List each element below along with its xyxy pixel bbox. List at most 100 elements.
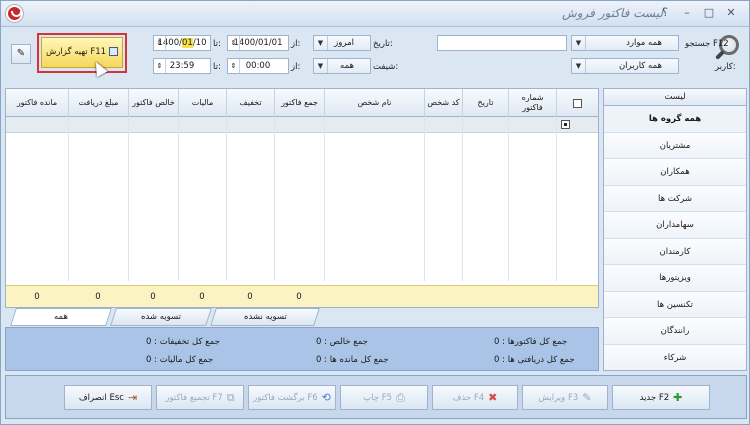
merge-icon: ⧉	[226, 391, 235, 404]
sidebar-item-all-groups[interactable]: همه گروه ها	[604, 106, 746, 133]
delete-button[interactable]: حذف F4 ✖	[432, 385, 518, 410]
list-header: لیست	[604, 89, 746, 106]
select-all-header[interactable]	[556, 89, 598, 117]
sidebar-item-employees[interactable]: کارمندان	[604, 238, 746, 265]
summary-total-remaining: جمع کل مانده ها : 0	[316, 355, 389, 365]
col-invoice-number[interactable]: شماره فاکتور	[508, 89, 556, 117]
help-button[interactable]: ؟	[657, 6, 673, 20]
summary-total-invoices: جمع کل فاکتورها : 0	[494, 337, 568, 347]
summary-total-taxes: جمع کل مالیات : 0	[146, 355, 214, 365]
summary-total-received: جمع کل دریافتی ها : 0	[494, 355, 575, 365]
grid-divider	[128, 117, 129, 281]
summary-total-net: جمع خالص : 0	[316, 337, 368, 347]
close-button[interactable]: ✕	[723, 6, 739, 20]
col-tax[interactable]: مالیات	[178, 89, 226, 117]
refresh-icon: ⟲	[321, 391, 331, 404]
person-group-list: لیست همه گروه ها مشتریان همکاران شرکت ها…	[603, 88, 747, 371]
printer-icon: ⎙	[396, 391, 405, 404]
grid-divider	[324, 117, 325, 281]
settlement-tabs: همه تسویه شده تسویه نشده	[5, 308, 599, 327]
shift-label: شیفت:	[373, 62, 399, 72]
grid-footer-totals: 0 0 0 0 0 0	[6, 285, 598, 307]
grid-divider	[508, 117, 509, 281]
col-received[interactable]: مبلغ دریافت	[68, 89, 128, 117]
summary-panel: جمع کل فاکتورها : 0 جمع خالص : 0 جمع کل …	[5, 327, 599, 371]
search-scope-select[interactable]: ▼ همه موارد	[571, 35, 679, 51]
report-icon	[109, 47, 119, 56]
paint-settings-button[interactable]: ✎	[11, 44, 31, 64]
grid-divider	[274, 117, 275, 281]
generate-report-button[interactable]: تهیه گزارش F11	[41, 37, 123, 68]
spinner-icon[interactable]: ⇕	[154, 36, 166, 50]
footer-received: 0	[95, 292, 101, 302]
date-to-field[interactable]: ⇕ 1400/01/10	[153, 35, 211, 51]
footer-remaining: 0	[34, 292, 40, 302]
sidebar-item-visitors[interactable]: ویزیتورها	[604, 265, 746, 292]
col-person-code[interactable]: کد شخص	[424, 89, 462, 117]
sidebar-item-shareholders[interactable]: سهامداران	[604, 212, 746, 239]
chevron-down-icon: ▼	[572, 36, 586, 50]
minimize-button[interactable]: –	[679, 6, 695, 20]
grid-divider	[178, 117, 179, 281]
edit-button[interactable]: ویرایش F3 ✎	[522, 385, 608, 410]
invoice-grid: شماره فاکتور تاریخ کد شخص نام شخص جمع فا…	[5, 88, 599, 308]
spinner-icon[interactable]: ⇕	[228, 59, 240, 73]
pencil-icon: ✎	[582, 391, 592, 404]
chevron-down-icon: ▼	[314, 36, 328, 50]
cancel-button[interactable]: انصراف Esc ⇥	[64, 385, 152, 410]
grid-header: شماره فاکتور تاریخ کد شخص نام شخص جمع فا…	[6, 89, 598, 117]
date-from-field[interactable]: ⇕ 1400/01/01	[227, 35, 289, 51]
sidebar-item-partners[interactable]: شرکاء	[604, 344, 746, 370]
palette-icon: ✎	[16, 48, 26, 59]
plus-icon: ✚	[673, 391, 683, 404]
sidebar-item-colleagues[interactable]: همکاران	[604, 159, 746, 186]
sidebar-item-technicians[interactable]: تکنسین ها	[604, 291, 746, 318]
grid-divider	[68, 117, 69, 281]
footer-invoice-total: 0	[296, 292, 302, 302]
title-bar: لیست فاکتور فروش ؟ – □ ✕	[1, 1, 749, 27]
time-to-field[interactable]: ⇕ 23:59	[153, 58, 211, 74]
chevron-down-icon: ▼	[572, 59, 586, 73]
new-button[interactable]: جدید F2 ✚	[612, 385, 710, 410]
tab-settled[interactable]: تسویه شده	[110, 308, 212, 326]
date-label: تاریخ:	[373, 39, 393, 49]
app-logo-icon	[6, 5, 23, 22]
tab-all[interactable]: همه	[10, 308, 112, 326]
sidebar-item-drivers[interactable]: رانندگان	[604, 318, 746, 345]
tab-unsettled[interactable]: تسویه نشده	[210, 308, 320, 326]
select-all-checkbox[interactable]	[573, 98, 582, 108]
exit-door-icon: ⇥	[127, 391, 138, 404]
col-date[interactable]: تاریخ	[462, 89, 508, 117]
maximize-button[interactable]: □	[701, 6, 717, 20]
spinner-icon[interactable]: ⇕	[154, 59, 166, 73]
footer-tax: 0	[199, 292, 205, 302]
col-discount[interactable]: تخفیف	[226, 89, 274, 117]
from-label: از:	[291, 39, 301, 49]
to-label: تا:	[213, 39, 221, 49]
col-net-invoice[interactable]: خالص فاکتور	[128, 89, 178, 117]
col-invoice-total[interactable]: جمع فاکتور	[274, 89, 324, 117]
sidebar-item-companies[interactable]: شرکت ها	[604, 185, 746, 212]
search-input[interactable]	[437, 35, 567, 51]
summary-total-discounts: جمع کل تخفیفات : 0	[146, 337, 220, 347]
spinner-icon[interactable]: ⇕	[228, 36, 240, 50]
sidebar-item-customers[interactable]: مشتریان	[604, 132, 746, 159]
invoice-list-window: لیست فاکتور فروش ؟ – □ ✕ جستجو F12 ▼ همه …	[0, 0, 750, 425]
footer-discount: 0	[247, 292, 253, 302]
table-row[interactable]	[6, 117, 598, 133]
print-button[interactable]: چاپ F5 ⎙	[340, 385, 428, 410]
col-person-name[interactable]: نام شخص	[324, 89, 424, 117]
time-to-label: تا:	[213, 62, 221, 72]
shift-select[interactable]: ▼ همه	[313, 58, 371, 74]
col-remaining[interactable]: مانده فاکتور	[6, 89, 68, 117]
time-from-field[interactable]: ⇕ 00:00	[227, 58, 289, 74]
window-title: لیست فاکتور فروش	[562, 6, 663, 20]
return-invoice-button[interactable]: برگشت فاکتور F6 ⟲	[248, 385, 336, 410]
date-preset-select[interactable]: ▼ امروز	[313, 35, 371, 51]
merge-invoice-button[interactable]: تجمیع فاکتور F7 ⧉	[156, 385, 244, 410]
user-select[interactable]: ▼ همه کاربران	[571, 58, 679, 74]
action-bar: جدید F2 ✚ ویرایش F3 ✎ حذف F4 ✖ چاپ F5 ⎙ برگش…	[5, 375, 747, 419]
user-label: کاربر:	[715, 62, 736, 72]
row-indicator-icon	[561, 120, 570, 129]
time-from-label: از:	[291, 62, 301, 72]
